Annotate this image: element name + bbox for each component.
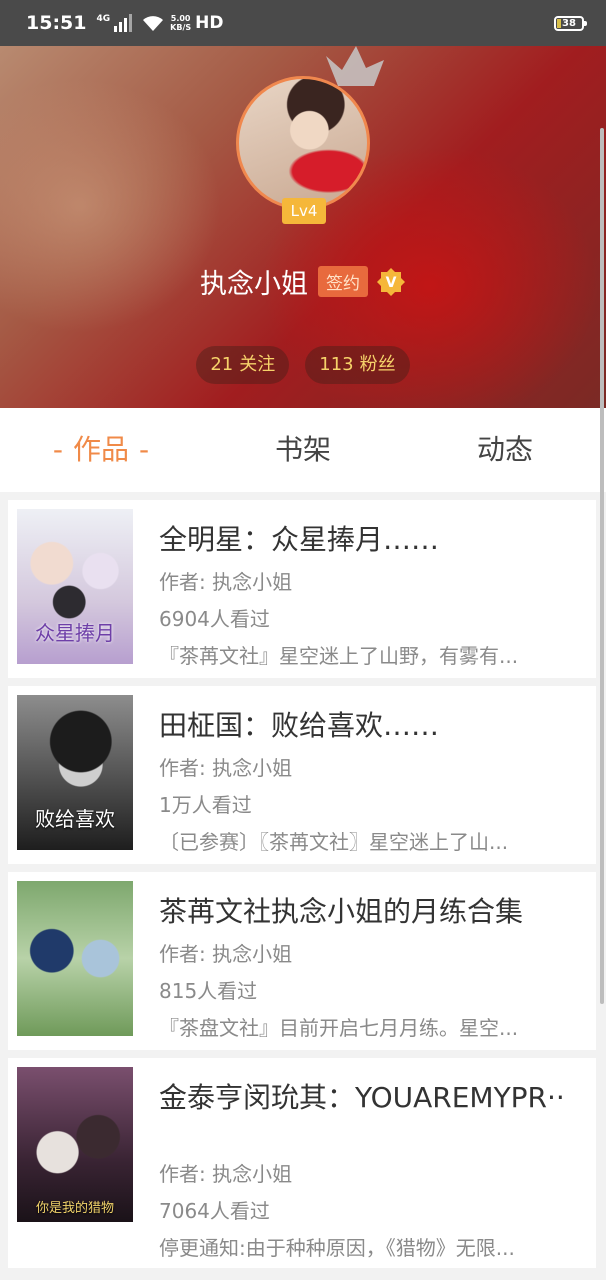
followers-button[interactable]: 113 粉丝 [305,346,410,384]
verified-icon: V [377,267,405,296]
book-cover[interactable] [17,881,133,1036]
book-cover[interactable]: 败给喜欢 [17,695,133,850]
network-speed-unit: KB/S [170,23,192,32]
book-cover[interactable]: 众星捧月 [17,509,133,664]
list-item[interactable]: 众星捧月 全明星：众星捧月…… 作者: 执念小姐 6904人看过 『茶苒文社』星… [8,500,596,678]
book-title: 田柾国：败给喜欢…… [159,709,440,742]
book-title: 金泰亨闵玧其：YOUAREMYPR·· [159,1081,565,1114]
profile-name: 执念小姐 [200,269,308,300]
book-title: 全明星：众星捧月…… [159,523,440,556]
tab-activity[interactable]: 动态 [404,408,606,492]
book-description: 停更通知:由于种种原因，《猎物》无限... [159,1236,515,1260]
network-type: 4G [96,14,111,24]
book-author: 作者: 执念小姐 [159,570,293,594]
book-views: 7064人看过 [159,1199,270,1223]
following-label: 关注 [239,354,276,375]
profile-tabs: 作品 书架 动态 [0,408,606,492]
avatar[interactable] [236,76,370,210]
profile-header: Lv4 执念小姐 签约 V 21 关注 113 粉丝 [0,46,606,408]
hd-indicator: HD [195,13,224,33]
following-button[interactable]: 21 关注 [196,346,290,384]
tab-works[interactable]: 作品 [0,408,202,492]
followers-count: 113 [319,354,354,375]
tab-bookshelf[interactable]: 书架 [202,408,404,492]
works-list: 众星捧月 全明星：众星捧月…… 作者: 执念小姐 6904人看过 『茶苒文社』星… [8,500,596,1276]
profile-name-row: 执念小姐 签约 V [0,262,606,301]
scrollbar[interactable] [600,128,604,1004]
followers-label: 粉丝 [359,354,396,375]
verified-icon-label: V [386,275,397,291]
following-count: 21 [210,354,234,375]
book-info: 茶苒文社执念小姐的月练合集 作者: 执念小姐 815人看过 『茶盘文社』目前开启… [159,890,582,1041]
network-speed-value: 5.00 [170,14,191,23]
book-title: 茶苒文社执念小姐的月练合集 [159,895,524,928]
wifi-icon [143,16,164,31]
battery-level: 38 [562,17,576,29]
book-views: 6904人看过 [159,607,270,631]
book-info: 全明星：众星捧月…… 作者: 执念小姐 6904人看过 『茶苒文社』星空迷上了山… [159,518,582,669]
book-author: 作者: 执念小姐 [159,756,293,780]
book-description: 『茶盘文社』目前开启七月月练。星空... [159,1016,519,1040]
list-item[interactable]: 你是我的猎物 金泰亨闵玧其：YOUAREMYPR·· 作者: 执念小姐 7064… [8,1058,596,1268]
book-description: 『茶苒文社』星空迷上了山野，有雾有... [159,644,519,668]
profile-stats: 21 关注 113 粉丝 [0,346,606,384]
book-cover-title: 众星捧月 [35,621,115,645]
book-info: 金泰亨闵玧其：YOUAREMYPR·· 作者: 执念小姐 7064人看过 停更通… [159,1076,582,1261]
list-item[interactable]: 茶苒文社执念小姐的月练合集 作者: 执念小姐 815人看过 『茶盘文社』目前开启… [8,872,596,1050]
battery-icon: 38 [554,15,587,31]
status-bar: 15:51 4G 5.00 KB/S HD 38 [0,0,606,46]
signed-badge: 签约 [318,266,368,297]
list-item[interactable]: 败给喜欢 田柾国：败给喜欢…… 作者: 执念小姐 1万人看过 〔已参赛〕〖茶苒文… [8,686,596,864]
book-info: 田柾国：败给喜欢…… 作者: 执念小姐 1万人看过 〔已参赛〕〖茶苒文社〗星空迷… [159,704,582,855]
book-author: 作者: 执念小姐 [159,1162,293,1186]
network-speed: 5.00 KB/S [170,14,191,32]
cellular-signal-icon: 4G [96,14,133,32]
book-cover[interactable]: 你是我的猎物 [17,1067,133,1222]
book-description: 〔已参赛〕〖茶苒文社〗星空迷上了山... [159,830,509,854]
book-views: 1万人看过 [159,793,252,817]
book-author: 作者: 执念小姐 [159,942,293,966]
book-cover-title: 败给喜欢 [35,807,115,831]
book-cover-title: 你是我的猎物 [35,1201,114,1216]
status-time: 15:51 [26,12,87,34]
book-views: 815人看过 [159,979,258,1003]
level-badge: Lv4 [282,198,326,224]
